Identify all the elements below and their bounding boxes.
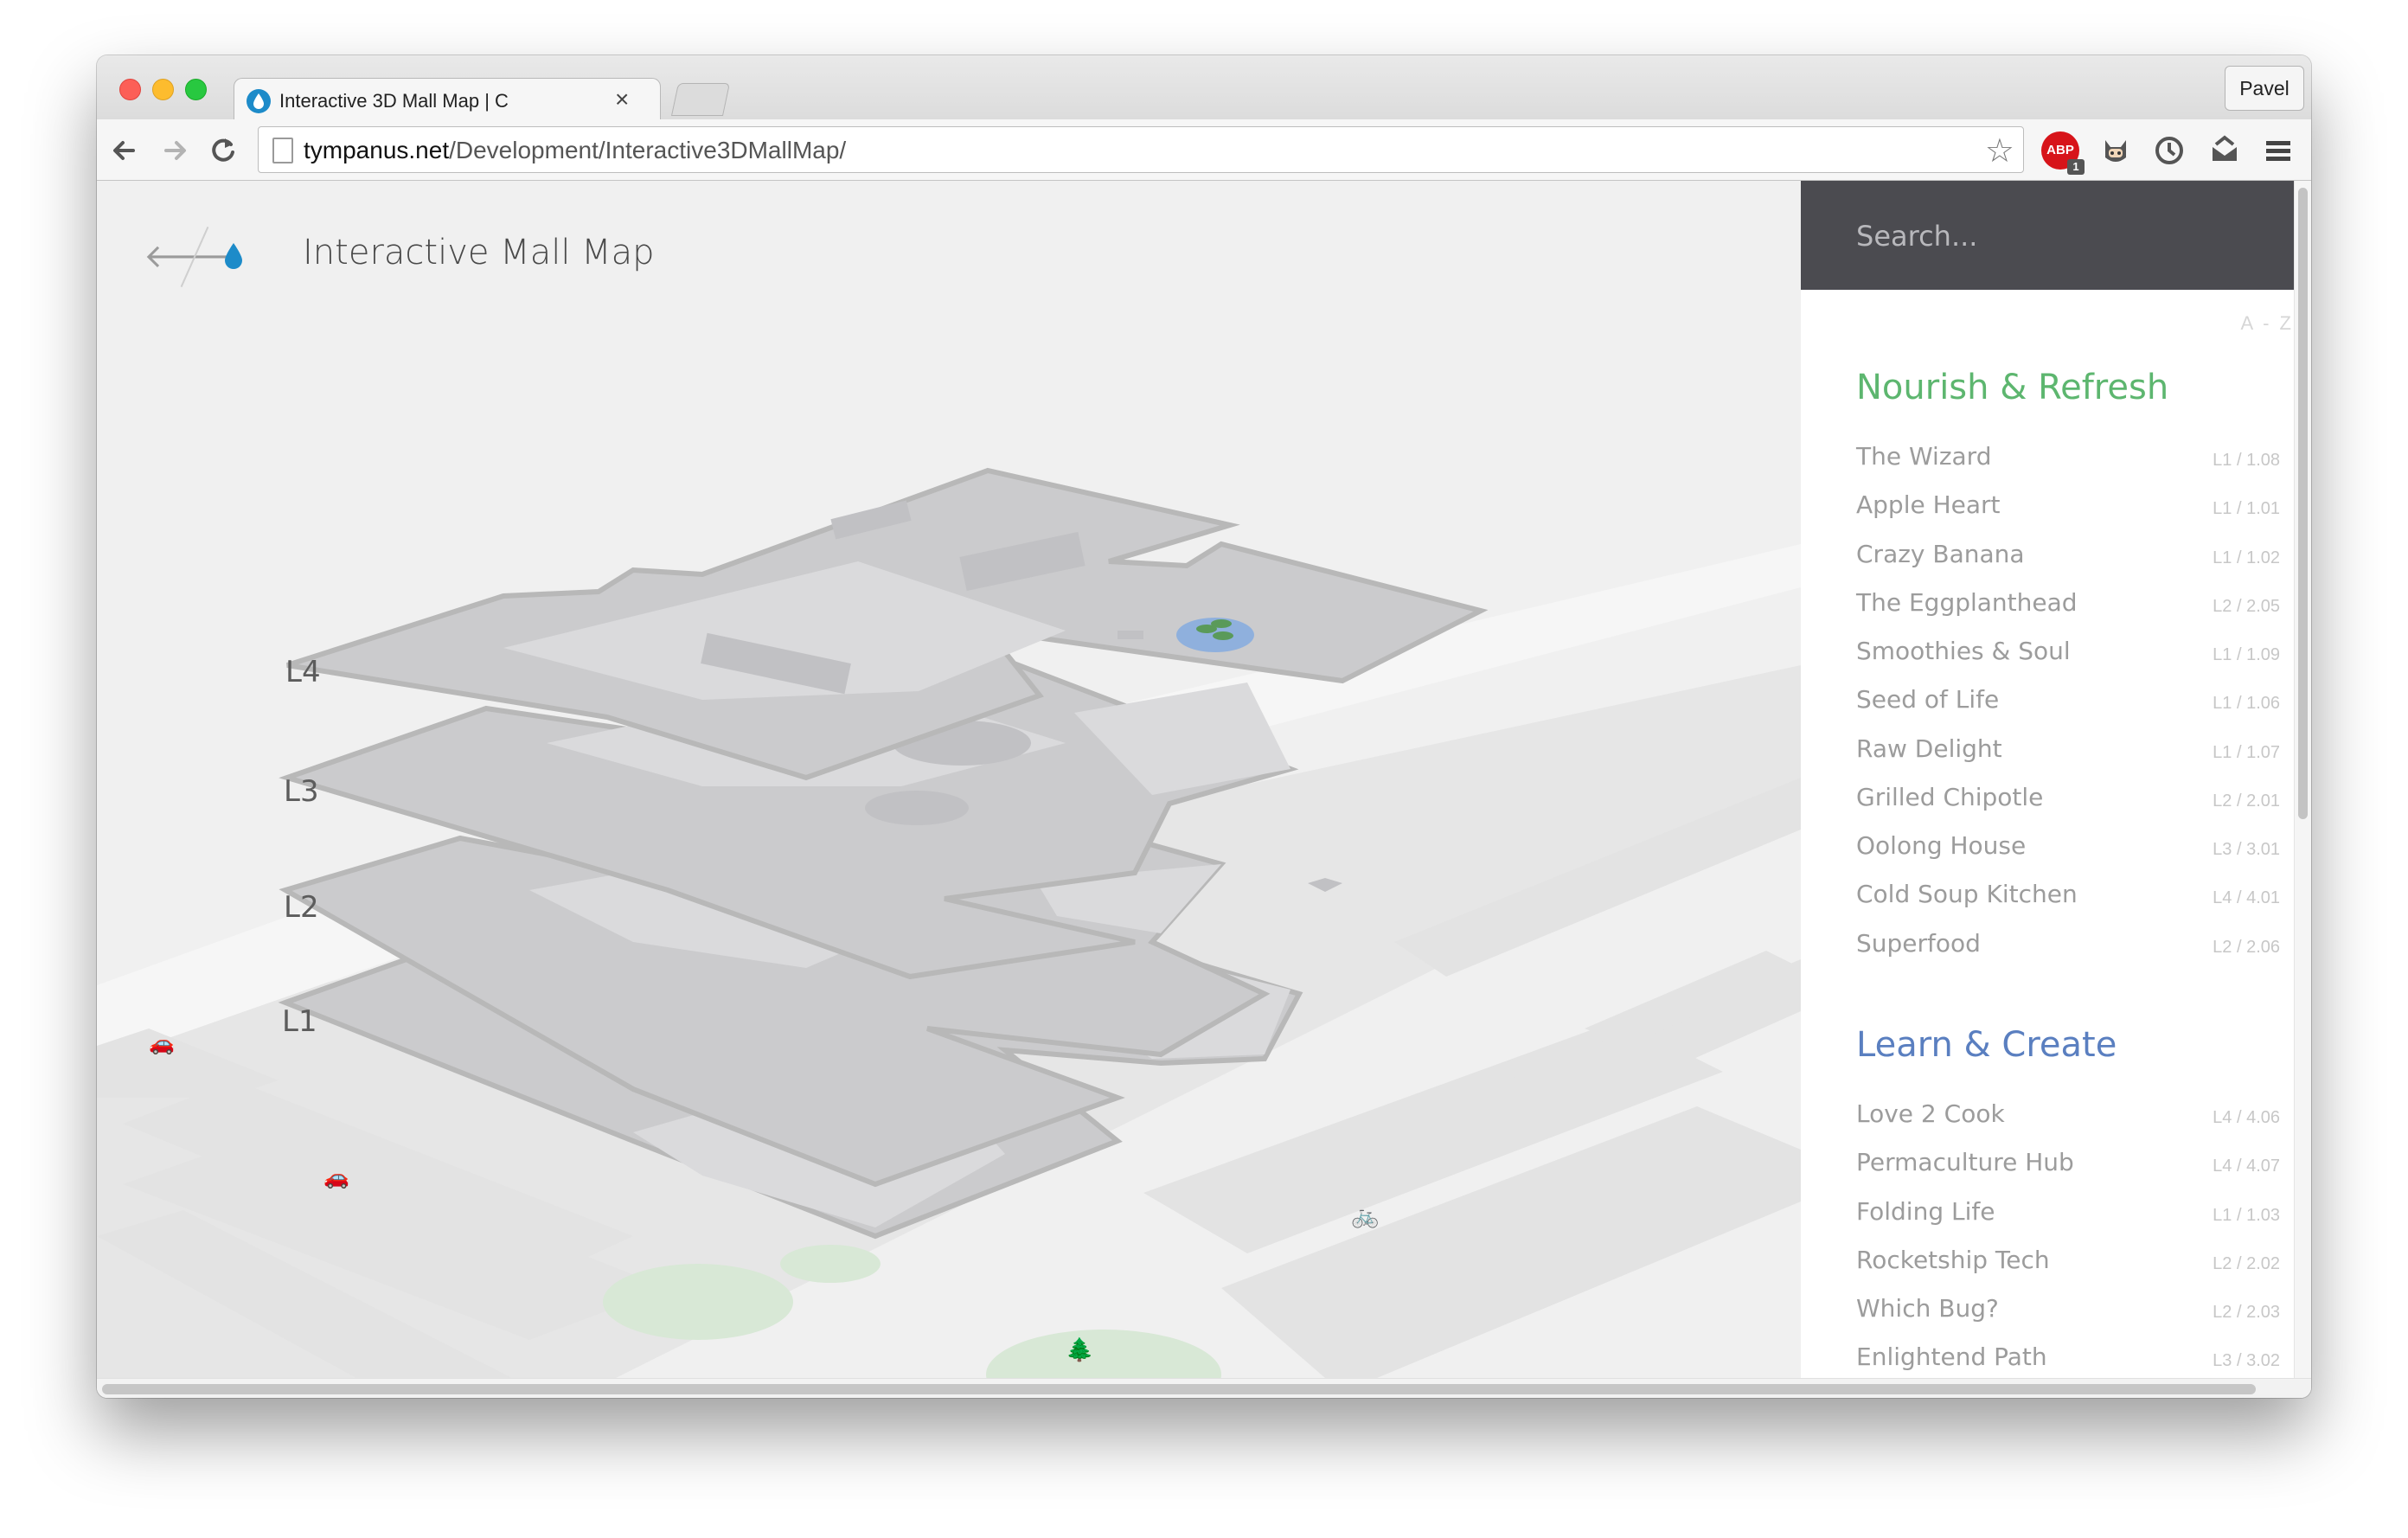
list-item[interactable]: Superfood L2 / 2.06 (1856, 929, 2280, 964)
octocat-icon[interactable] (2097, 131, 2135, 170)
list-item[interactable]: Love 2 Cook L4 / 4.06 (1856, 1099, 2280, 1134)
list-item[interactable]: The Eggplanthead L2 / 2.05 (1856, 588, 2280, 623)
browser-window: Interactive 3D Mall Map | C × Pavel tymp… (97, 55, 2311, 1398)
list-item[interactable]: Oolong House L3 / 3.01 (1856, 831, 2280, 866)
sort-az-button[interactable]: A - Z (2241, 312, 2294, 335)
tab-title: Interactive 3D Mall Map | C (279, 90, 509, 112)
list-item[interactable]: Which Bug? L2 / 2.03 (1856, 1294, 2280, 1329)
vertical-scroll-thumb[interactable] (2298, 188, 2308, 819)
svg-text:🚗: 🚗 (149, 1031, 175, 1055)
browser-toolbar: tympanus.net/Development/Interactive3DMa… (97, 119, 2311, 181)
page-content: 🚗 🚗 🚲 🌲 🡐 Interactive Mall Map L4 L3 L2 … (97, 181, 2311, 1398)
list-item[interactable]: Cold Soup Kitchen L4 / 4.01 (1856, 880, 2280, 914)
horizontal-scroll-thumb[interactable] (102, 1384, 2256, 1394)
horizontal-scrollbar[interactable] (97, 1378, 2311, 1398)
list-item[interactable]: Folding Life L1 / 1.03 (1856, 1197, 2280, 1232)
list-item[interactable]: Seed of Life L1 / 1.06 (1856, 685, 2280, 720)
adblock-plus-icon[interactable]: ABP 1 (2041, 131, 2085, 175)
svg-text:🚲: 🚲 (1351, 1203, 1379, 1229)
tab-bar: Interactive 3D Mall Map | C × Pavel (97, 55, 2311, 122)
store-sidebar: A - Z Nourish & Refresh The WizardL1 / 1… (1801, 181, 2294, 1378)
search-box (1801, 181, 2294, 290)
svg-text:🌲: 🌲 (1066, 1336, 1093, 1363)
zoom-window-button[interactable] (185, 79, 207, 100)
search-input[interactable] (1854, 214, 2256, 259)
list-item[interactable]: Crazy Banana L1 / 1.02 (1856, 540, 2280, 574)
level-label-l2[interactable]: L2 (284, 890, 319, 925)
bookmark-star-icon[interactable]: ☆ (1985, 131, 2014, 170)
list-item[interactable]: Rocketship Tech L2 / 2.02 (1856, 1246, 2280, 1280)
level-label-l1[interactable]: L1 (282, 1004, 317, 1039)
back-arrow-icon[interactable] (106, 131, 144, 170)
category-title: Learn & Create (1856, 1025, 2117, 1065)
url-text[interactable]: tympanus.net/Development/Interactive3DMa… (304, 137, 846, 164)
vertical-scrollbar[interactable] (2294, 181, 2311, 1378)
menu-icon[interactable] (2259, 131, 2297, 170)
mail-icon[interactable] (2206, 131, 2244, 170)
reload-icon[interactable] (204, 131, 242, 170)
address-bar[interactable]: tympanus.net/Development/Interactive3DMa… (258, 126, 2024, 173)
list-item[interactable]: Smoothies & Soul L1 / 1.09 (1856, 637, 2280, 671)
close-window-button[interactable] (119, 79, 141, 100)
profile-button[interactable]: Pavel (2225, 66, 2304, 111)
level-label-l3[interactable]: L3 (284, 774, 319, 809)
tab-close-icon[interactable]: × (615, 86, 629, 113)
list-item[interactable]: Apple Heart L1 / 1.01 (1856, 490, 2280, 525)
svg-text:🚗: 🚗 (323, 1165, 349, 1189)
category-title: Nourish & Refresh (1856, 368, 2169, 407)
page-title: Interactive Mall Map (303, 233, 655, 272)
codrops-drop-icon[interactable] (225, 243, 242, 269)
browser-tab[interactable]: Interactive 3D Mall Map | C × (234, 78, 661, 122)
level-label-l4[interactable]: L4 (285, 655, 321, 689)
adblock-badge: 1 (2067, 159, 2085, 175)
list-item[interactable]: Raw Delight L1 / 1.07 (1856, 734, 2280, 769)
new-tab-button[interactable] (670, 83, 731, 116)
sync-icon[interactable] (2150, 131, 2188, 170)
site-favicon-icon (247, 89, 271, 113)
minimize-window-button[interactable] (152, 79, 174, 100)
list-item[interactable]: Enlightend Path L3 / 3.02 (1856, 1343, 2280, 1377)
list-item[interactable]: The Wizard L1 / 1.08 (1856, 442, 2280, 477)
mall-map[interactable]: 🚗 🚗 🚲 🌲 (97, 181, 1801, 1378)
list-item[interactable]: Permaculture Hub L4 / 4.07 (1856, 1148, 2280, 1182)
page-icon (272, 138, 293, 163)
list-item[interactable]: Grilled Chipotle L2 / 2.01 (1856, 783, 2280, 817)
forward-arrow-icon[interactable] (156, 131, 194, 170)
